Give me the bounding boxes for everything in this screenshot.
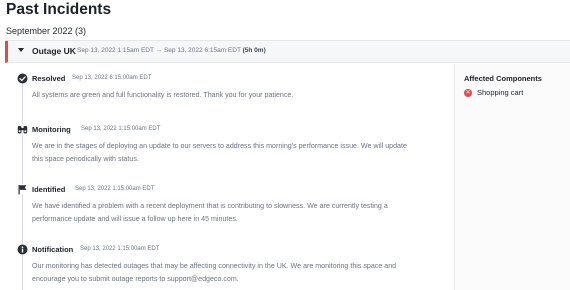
- x-circle-icon: ✕: [464, 89, 472, 97]
- update-status: Monitoring: [32, 125, 71, 134]
- flag-icon: [17, 184, 28, 195]
- update-message: We are in the stages of deploying an upd…: [32, 142, 407, 163]
- page-title: Past Incidents: [6, 1, 112, 18]
- update-time: Sep 13, 2022 1:15:00am EDT: [80, 246, 160, 252]
- month-label: September 2022 (3): [6, 26, 87, 36]
- incident-time-range: Sep 13, 2022 1:15am EDT → Sep 13, 2022 6…: [77, 47, 266, 54]
- update-time: Sep 13, 2022 1:15:00am EDT: [75, 186, 155, 192]
- incident-duration: (5h 0m): [242, 47, 266, 54]
- update-message: All systems are green and full functiona…: [32, 91, 294, 99]
- update-status: Identified: [32, 185, 66, 194]
- incident-card: Outage UK Sep 13, 2022 1:15am EDT → Sep …: [5, 40, 570, 290]
- update-status: Resolved: [32, 74, 66, 83]
- update-status: Notification: [32, 245, 74, 254]
- incident-range-text: Sep 13, 2022 1:15am EDT → Sep 13, 2022 6…: [77, 47, 241, 54]
- caret-down-icon[interactable]: [18, 48, 24, 52]
- binoculars-icon: [17, 124, 28, 135]
- check-circle-icon: [17, 73, 28, 84]
- update-message: We have identified a problem with a rece…: [32, 202, 388, 223]
- update-time: Sep 13, 2022 6:15:00am EDT: [72, 75, 152, 81]
- affected-components-panel: Affected Components ✕ Shopping cart: [454, 64, 570, 290]
- affected-component-name: Shopping cart: [477, 88, 524, 97]
- info-circle-icon: [17, 244, 28, 255]
- update-message: Our monitoring has detected outages that…: [32, 262, 397, 283]
- incident-header[interactable]: Outage UK Sep 13, 2022 1:15am EDT → Sep …: [5, 41, 570, 63]
- incident-name[interactable]: Outage UK: [32, 46, 76, 56]
- affected-components-title: Affected Components: [464, 74, 542, 83]
- update-time: Sep 13, 2022 1:15:00am EDT: [81, 126, 161, 132]
